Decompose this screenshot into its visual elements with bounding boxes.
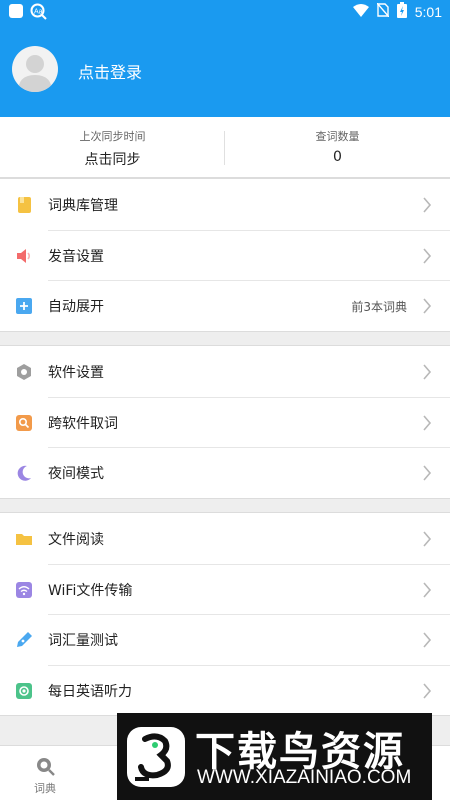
- login-link[interactable]: 点击登录: [78, 59, 142, 83]
- menu-item-night-mode[interactable]: 夜间模式: [0, 447, 450, 498]
- watermark-url: WWW.XIAZAINIAO.COM: [197, 767, 412, 788]
- word-count-label: 查词数量: [315, 130, 360, 143]
- bird-logo-icon: [127, 727, 185, 787]
- dictionary-notification-icon: Aa: [30, 3, 47, 24]
- menu-item-cross-app-lookup[interactable]: 跨软件取词: [0, 396, 450, 448]
- wifi-signal-icon: [352, 3, 369, 20]
- menu-item-label: 软件设置: [48, 365, 104, 381]
- search-square-icon: [15, 414, 33, 432]
- chevron-right-icon: [422, 247, 432, 265]
- menu-item-label: 发音设置: [48, 248, 104, 265]
- chevron-right-icon: [422, 464, 432, 482]
- menu-group-tools: 文件阅读 WiFi文件传输 词汇量测试 每日英语听力: [0, 512, 450, 716]
- status-time: 5:01: [414, 3, 442, 20]
- sync-card: 上次同步时间 点击同步 查词数量 0: [0, 117, 450, 178]
- chevron-right-icon: [422, 363, 432, 381]
- svg-text:Aa: Aa: [34, 9, 43, 16]
- menu-group-settings: 软件设置 跨软件取词 夜间模式: [0, 345, 450, 499]
- menu-item-auto-expand[interactable]: 自动展开 前3本词典: [0, 280, 450, 331]
- dictionary-search-icon: [35, 756, 55, 780]
- menu-group-dictionary: 词典库管理 发音设置 自动展开 前3本词典: [0, 178, 450, 332]
- menu-item-label: 文件阅读: [48, 532, 104, 548]
- no-sim-icon: [376, 2, 390, 20]
- menu-item-label: 词典库管理: [48, 198, 118, 214]
- dictionary-book-icon: [15, 196, 33, 214]
- chevron-right-icon: [422, 682, 432, 700]
- folder-icon: [15, 530, 33, 548]
- menu-item-label: WiFi文件传输: [48, 582, 133, 599]
- profile-header[interactable]: 点击登录: [0, 24, 450, 117]
- menu-item-label: 自动展开: [48, 299, 104, 315]
- menu-item-vocabulary-test[interactable]: 词汇量测试: [0, 614, 450, 665]
- pen-icon: [15, 631, 33, 649]
- record-icon: [15, 682, 33, 700]
- menu-item-label: 词汇量测试: [48, 633, 118, 649]
- menu-item-wifi-transfer[interactable]: WiFi文件传输: [0, 563, 450, 615]
- chevron-right-icon: [422, 414, 432, 432]
- menu-item-software-settings[interactable]: 软件设置: [0, 346, 450, 397]
- menu-item-label: 每日英语听力: [48, 683, 132, 700]
- chevron-right-icon: [422, 297, 432, 315]
- watermark-banner: 下载鸟资源 WWW.XIAZAINIAO.COM: [117, 713, 432, 800]
- status-bar: Aa 5:01: [0, 0, 450, 24]
- menu-item-daily-listening[interactable]: 每日英语听力: [0, 664, 450, 716]
- word-count-value: 0: [333, 149, 342, 165]
- chevron-right-icon: [422, 581, 432, 599]
- menu-item-label: 夜间模式: [48, 466, 104, 482]
- auto-expand-value: 前3本词典: [351, 300, 407, 314]
- app-square-icon: [8, 3, 24, 24]
- menu-item-pronunciation[interactable]: 发音设置: [0, 229, 450, 281]
- chevron-right-icon: [422, 196, 432, 214]
- menu-item-dictionary-library[interactable]: 词典库管理: [0, 179, 450, 230]
- tab-dictionary[interactable]: 词典: [0, 746, 90, 800]
- chevron-right-icon: [422, 530, 432, 548]
- last-sync-label: 上次同步时间: [79, 130, 146, 143]
- plus-square-icon: [15, 297, 33, 315]
- avatar[interactable]: [12, 46, 58, 92]
- last-sync-block[interactable]: 上次同步时间 点击同步: [0, 117, 225, 178]
- word-count-block: 查词数量 0: [225, 117, 450, 178]
- speaker-icon: [15, 247, 33, 265]
- battery-icon: [396, 2, 407, 21]
- moon-icon: [15, 464, 33, 482]
- menu-item-label: 跨软件取词: [48, 415, 118, 432]
- menu-item-file-reading[interactable]: 文件阅读: [0, 513, 450, 564]
- chevron-right-icon: [422, 631, 432, 649]
- gear-hexagon-icon: [15, 363, 33, 381]
- tab-label: 词典: [34, 782, 56, 795]
- wifi-icon: [15, 581, 33, 599]
- sync-now-button[interactable]: 点击同步: [0, 149, 225, 169]
